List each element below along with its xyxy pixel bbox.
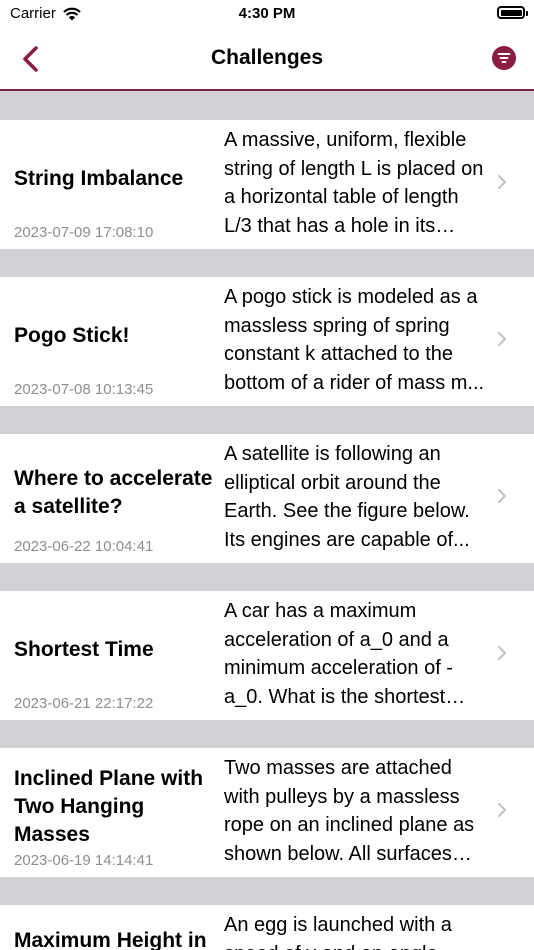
challenge-date: 2023-06-19 14:14:41: [14, 852, 154, 869]
challenge-date: 2023-07-09 17:08:10: [14, 224, 154, 241]
challenge-title: Pogo Stick!: [14, 324, 130, 347]
challenge-title: Shortest Time: [14, 638, 154, 661]
chevron-right-icon: [497, 331, 507, 347]
challenge-row[interactable]: String Imbalance 2023-07-09 17:08:10 A m…: [0, 120, 534, 249]
filter-button[interactable]: [492, 46, 516, 70]
chevron-right-icon: [497, 488, 507, 504]
challenge-date: 2023-06-21 22:17:22: [14, 695, 154, 712]
battery-icon: [497, 6, 528, 19]
challenge-description: A pogo stick is modeled as a massless sp…: [224, 286, 485, 394]
challenge-description: A car has a maximum acceleration of a_0 …: [224, 600, 453, 708]
challenge-date: 2023-06-22 10:04:41: [14, 538, 154, 555]
navigation-bar: Challenges: [0, 30, 534, 91]
status-time: 4:30 PM: [238, 5, 296, 22]
challenge-title: Inclined Plane with Two Hanging Masses: [14, 767, 204, 846]
challenge-row[interactable]: Pogo Stick! 2023-07-08 10:13:45 A pogo s…: [0, 277, 534, 406]
challenge-row[interactable]: Maximum Height in An egg is launched wit…: [0, 905, 534, 950]
challenge-title: Maximum Height in: [14, 929, 207, 950]
challenge-description: A satellite is following an elliptical o…: [224, 443, 470, 551]
challenge-description: Two masses are attached with pulleys by …: [224, 757, 475, 865]
status-bar: Carrier 4:30 PM: [0, 0, 534, 30]
chevron-right-icon: [497, 802, 507, 818]
chevron-right-icon: [497, 645, 507, 661]
filter-icon: [497, 53, 511, 63]
page-title: Challenges: [210, 46, 324, 69]
challenge-description: A massive, uniform, flexible string of l…: [224, 129, 484, 237]
challenge-title: String Imbalance: [14, 167, 184, 190]
challenge-row[interactable]: Inclined Plane with Two Hanging Masses 2…: [0, 748, 534, 877]
chevron-right-icon: [497, 174, 507, 190]
challenge-date: 2023-07-08 10:13:45: [14, 381, 154, 398]
challenge-row[interactable]: Shortest Time 2023-06-21 22:17:22 A car …: [0, 591, 534, 720]
challenge-title: Where to accelerate a satellite?: [14, 467, 213, 518]
challenge-description: An egg is launched with a speed of v and…: [224, 914, 452, 950]
challenge-row[interactable]: Where to accelerate a satellite? 2023-06…: [0, 434, 534, 563]
